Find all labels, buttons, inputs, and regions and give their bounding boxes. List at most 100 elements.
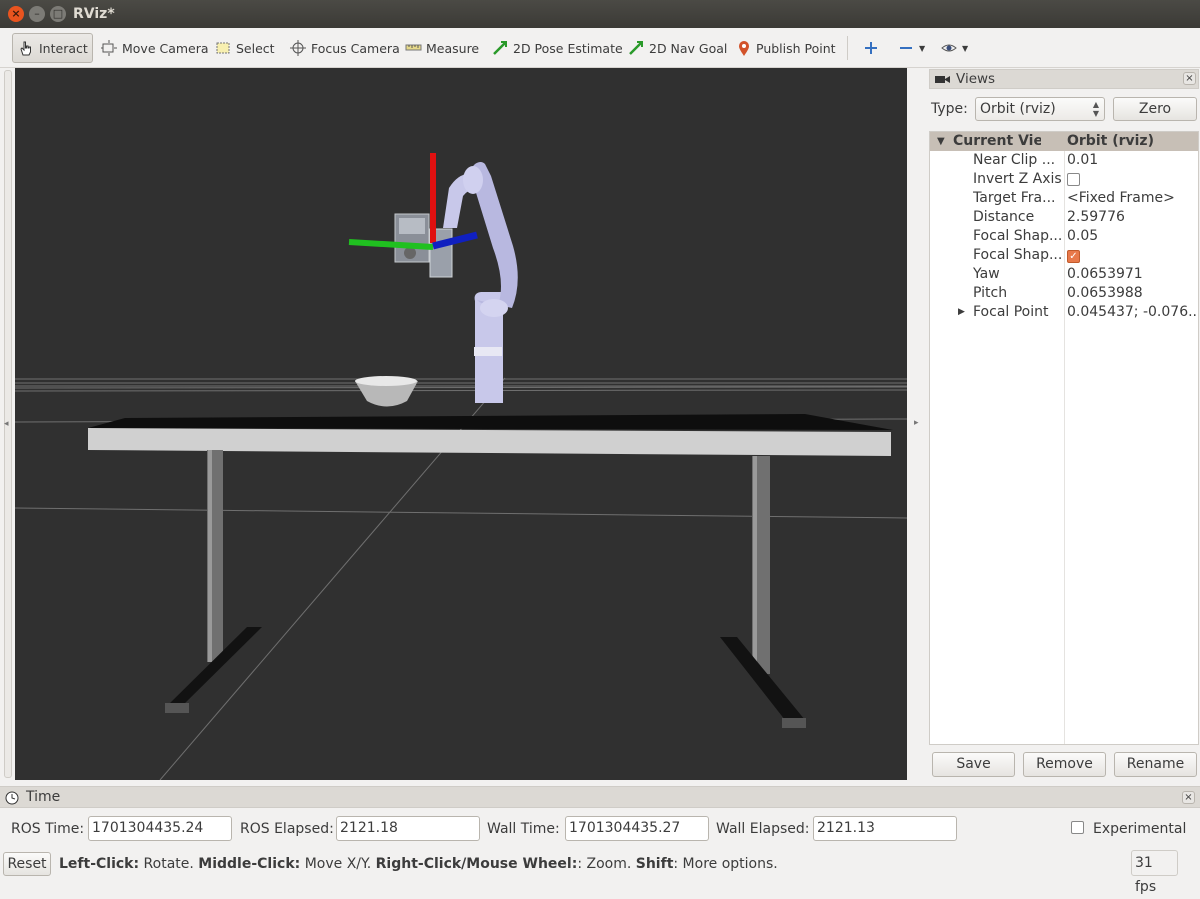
focal-shape-checkbox[interactable]: ✓ (1067, 246, 1197, 265)
interact-tool-button[interactable]: Interact (12, 33, 93, 63)
add-tool-button[interactable] (858, 33, 888, 63)
eye-icon (941, 44, 957, 52)
prop-value[interactable]: 0.01 (1067, 151, 1197, 170)
window-maximize-button[interactable]: □ (50, 6, 66, 22)
left-click-desc: Rotate. (139, 856, 199, 872)
middle-click-desc: Move X/Y. (300, 856, 376, 872)
wall-elapsed-field[interactable]: 2121.13 (813, 816, 957, 841)
move-camera-label: Move Camera (122, 40, 209, 56)
view-properties-tree[interactable]: ▼ Current View Orbit (rviz) Near Clip ..… (929, 131, 1199, 745)
views-panel-title: Views (956, 71, 996, 87)
select-tool-button[interactable]: Select (210, 33, 279, 63)
prop-row-target-frame[interactable]: Target Fra... <Fixed Frame> (930, 189, 1198, 208)
window-title: RViz* (73, 6, 115, 22)
shift-desc: : More options. (673, 856, 778, 872)
pose-estimate-label: 2D Pose Estimate (513, 40, 623, 56)
remove-tool-button[interactable]: ▼ (893, 33, 929, 63)
publish-point-tool-button[interactable]: Publish Point (732, 33, 840, 63)
right-click-desc: : Zoom. (577, 856, 636, 872)
collapse-arrow-icon[interactable]: ▼ (937, 132, 945, 151)
time-panel: Time × ROS Time: 1701304435.24 ROS Elaps… (0, 786, 1200, 848)
main-toolbar: Interact Move Camera Select Focus Camera… (0, 28, 1200, 68)
prop-key: Focal Shap... (973, 247, 1061, 263)
nav-goal-tool-button[interactable]: 2D Nav Goal (623, 33, 731, 63)
focus-camera-tool-button[interactable]: Focus Camera (285, 33, 404, 63)
time-panel-header: Time × (0, 786, 1200, 808)
window-minimize-button[interactable]: – (29, 6, 45, 22)
view-type-row: Type: Orbit (rviz) ▲ ▼ Zero (929, 95, 1199, 123)
prop-value[interactable]: 2.59776 (1067, 208, 1197, 227)
prop-row-distance[interactable]: Distance 2.59776 (930, 208, 1198, 227)
fps-counter: 31 fps (1131, 850, 1178, 895)
save-view-button[interactable]: Save (932, 752, 1015, 777)
right-click-key: Right-Click/Mouse Wheel: (375, 856, 578, 872)
ros-time-field[interactable]: 1701304435.24 (88, 816, 232, 841)
left-dock-splitter[interactable]: ◂ (4, 70, 12, 778)
remove-view-button[interactable]: Remove (1023, 752, 1106, 777)
move-camera-icon (101, 40, 117, 56)
robot-arm (394, 162, 518, 403)
publish-point-label: Publish Point (756, 40, 836, 56)
prop-row-focal-shape-fixed[interactable]: Focal Shap... ✓ (930, 246, 1198, 265)
scene-canvas[interactable] (15, 68, 907, 780)
ruler-icon (405, 44, 422, 51)
prop-value[interactable]: 0.045437; -0.076... (1067, 303, 1197, 322)
green-arrow-icon (629, 41, 643, 55)
expand-right-icon[interactable]: ▸ (914, 418, 919, 428)
reset-button[interactable]: Reset (3, 852, 51, 876)
foot-pad-left (165, 703, 189, 713)
status-bar: Reset Left-Click: Rotate. Middle-Click: … (0, 850, 1200, 895)
prop-key: Focal Point (973, 304, 1049, 320)
green-arrow-icon (493, 41, 507, 55)
expand-arrow-icon[interactable]: ▶ (958, 303, 965, 322)
rename-view-button[interactable]: Rename (1114, 752, 1197, 777)
expand-left-icon: ◂ (4, 419, 9, 429)
close-icon[interactable]: × (1183, 72, 1196, 85)
camera-icon (935, 76, 950, 83)
prop-key: Yaw (973, 266, 1000, 282)
table-leg-right-highlight (753, 456, 757, 674)
prop-row-focal-point[interactable]: ▶ Focal Point 0.045437; -0.076... (930, 303, 1198, 322)
prop-key: Near Clip ... (973, 152, 1056, 168)
window-close-button[interactable]: × (8, 6, 24, 22)
measure-label: Measure (426, 40, 480, 56)
prop-value[interactable]: 0.0653988 (1067, 284, 1197, 303)
toolbar-separator (847, 36, 848, 60)
view-type-select[interactable]: Orbit (rviz) ▲ ▼ (975, 97, 1105, 121)
experimental-checkbox[interactable] (1071, 821, 1084, 834)
prop-value[interactable]: 0.0653971 (1067, 265, 1197, 284)
focus-camera-label: Focus Camera (311, 40, 400, 56)
prop-row-yaw[interactable]: Yaw 0.0653971 (930, 265, 1198, 284)
prop-key: Distance (973, 209, 1035, 225)
close-icon[interactable]: × (1182, 791, 1195, 804)
move-camera-tool-button[interactable]: Move Camera (96, 33, 213, 63)
prop-row-pitch[interactable]: Pitch 0.0653988 (930, 284, 1198, 303)
prop-row-focal-shape-size[interactable]: Focal Shap... 0.05 (930, 227, 1198, 246)
minus-icon (900, 47, 912, 49)
prop-value[interactable]: <Fixed Frame> (1067, 189, 1197, 208)
time-panel-title: Time (26, 789, 61, 805)
render-viewport[interactable] (15, 68, 907, 780)
table-surface (88, 414, 893, 430)
zero-button[interactable]: Zero (1113, 97, 1197, 121)
wall-time-field[interactable]: 1701304435.27 (565, 816, 709, 841)
bowl-rim (355, 376, 417, 386)
spinner-icon: ▲ ▼ (1092, 100, 1099, 118)
prop-value[interactable]: 0.05 (1067, 227, 1197, 246)
pose-estimate-tool-button[interactable]: 2D Pose Estimate (487, 33, 627, 63)
measure-tool-button[interactable]: Measure (400, 33, 483, 63)
view-type-label: Type: (931, 101, 968, 117)
focus-camera-icon (290, 40, 306, 56)
ros-elapsed-field[interactable]: 2121.18 (336, 816, 480, 841)
experimental-label: Experimental (1093, 821, 1187, 837)
shift-key: Shift (635, 856, 674, 872)
view-type-value: Orbit (rviz) (980, 101, 1056, 117)
current-view-row[interactable]: ▼ Current View Orbit (rviz) (930, 132, 1198, 151)
foot-pad-right (782, 718, 806, 728)
panels-visibility-button[interactable]: ▼ (936, 33, 972, 63)
select-label: Select (236, 40, 275, 56)
window-titlebar: × – □ RViz* (0, 0, 1200, 28)
current-view-label: Current View (953, 133, 1041, 149)
prop-row-near-clip[interactable]: Near Clip ... 0.01 (930, 151, 1198, 170)
prop-row-invert-z[interactable]: Invert Z Axis (930, 170, 1198, 189)
